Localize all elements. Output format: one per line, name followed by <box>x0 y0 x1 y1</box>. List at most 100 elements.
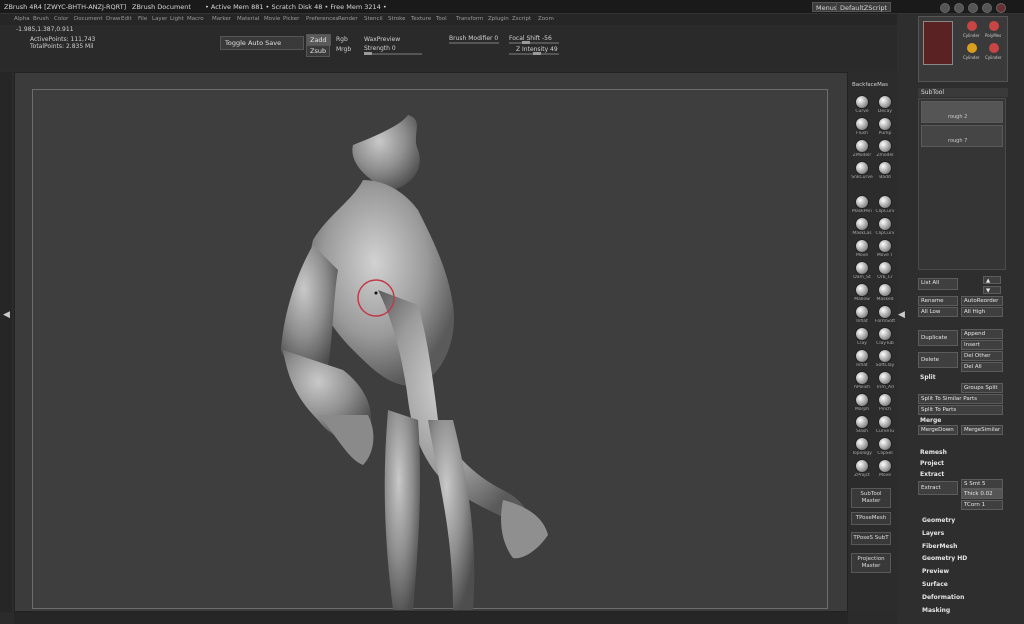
focal-shift-slider[interactable]: Focal Shift -56 <box>509 35 552 42</box>
brush-pump[interactable]: Pump <box>874 117 896 136</box>
section-layers[interactable]: Layers <box>922 530 944 537</box>
del-all-button[interactable]: Del All <box>961 362 1003 372</box>
menu-item-marker[interactable]: Marker <box>212 16 231 22</box>
menu-item-light[interactable]: Light <box>170 16 184 22</box>
subtool-list[interactable]: rough 2 rough 7 <box>918 98 1006 270</box>
merge-down-button[interactable]: MergeDown <box>918 425 958 435</box>
brush-snkcurve[interactable]: SnkCurve <box>851 161 873 180</box>
menu-item-transform[interactable]: Transform <box>456 16 483 22</box>
focal-shift-knob[interactable] <box>522 41 530 44</box>
default-zscript-button[interactable]: DefaultZScript <box>836 2 892 12</box>
del-other-button[interactable]: Del Other <box>961 351 1003 361</box>
brush-decay[interactable]: Decay <box>874 95 896 114</box>
tcorn-slider[interactable]: TCorn 1 <box>961 500 1003 510</box>
menu-item-macro[interactable]: Macro <box>187 16 204 22</box>
cylinder2-tool-icon[interactable] <box>989 43 999 53</box>
section-preview[interactable]: Preview <box>922 568 949 575</box>
merge-similar-button[interactable]: MergeSimilar <box>961 425 1003 435</box>
cylinder-tool-icon[interactable] <box>967 21 977 31</box>
section-deformation[interactable]: Deformation <box>922 594 964 601</box>
all-low-button[interactable]: All Low <box>918 307 958 317</box>
extract-button[interactable]: Extract <box>918 481 958 495</box>
brush-masked[interactable]: Masked <box>874 283 896 302</box>
brush-masklas[interactable]: MaskLas <box>851 217 873 236</box>
brush-move[interactable]: Move <box>851 239 873 258</box>
subtool-item[interactable]: rough 7 <box>921 125 1003 147</box>
section-fibermesh[interactable]: FiberMesh <box>922 543 957 550</box>
menu-item-zplugin[interactable]: Zplugin <box>488 16 509 22</box>
brush-formsoft[interactable]: FormSoft <box>874 305 896 324</box>
sculpt-model[interactable] <box>33 90 829 610</box>
rename-button[interactable]: Rename <box>918 296 958 306</box>
brush-claytub[interactable]: ClayTub <box>874 327 896 346</box>
brush-topology[interactable]: Topology <box>851 437 873 456</box>
brush-flush[interactable]: Flush <box>851 117 873 136</box>
brush-modifier-track[interactable] <box>449 42 499 44</box>
strength-knob[interactable] <box>364 52 372 55</box>
append-button[interactable]: Append <box>961 329 1003 339</box>
menu-item-zoom[interactable]: Zoom <box>538 16 554 22</box>
strength-track[interactable] <box>364 53 422 55</box>
tpose-mesh-button[interactable]: TPoseMesh <box>851 512 891 525</box>
current-tool-thumbnail[interactable] <box>923 21 953 65</box>
brush-slash[interactable]: Slash <box>851 415 873 434</box>
backface-mask-label[interactable]: BackfaceMas <box>852 82 888 88</box>
subtool-item[interactable]: rough 2 <box>921 101 1003 123</box>
menu-item-draw[interactable]: Draw <box>106 16 120 22</box>
left-tray-arrow-icon[interactable]: ◀ <box>3 310 10 320</box>
strength-slider[interactable]: Strength 0 <box>364 45 396 52</box>
menu-item-brush[interactable]: Brush <box>33 16 49 22</box>
section-geometry[interactable]: Geometry <box>922 517 955 524</box>
brush-clipsel[interactable]: ClipSel <box>874 437 896 456</box>
polymesh-tool-icon[interactable] <box>989 21 999 31</box>
brush-badd[interactable]: Badd <box>874 161 896 180</box>
menu-item-stroke[interactable]: Stroke <box>388 16 406 22</box>
toggle-auto-save-button[interactable]: Toggle Auto Save <box>220 36 304 50</box>
brush-maskpen[interactable]: MaskPen <box>851 195 873 214</box>
menu-item-color[interactable]: Color <box>54 16 68 22</box>
brush-orb-cr[interactable]: Orb_Cr <box>874 261 896 280</box>
section-geometry-hd[interactable]: Geometry HD <box>922 555 967 562</box>
split-to-similar-parts-button[interactable]: Split To Similar Parts <box>918 394 1003 404</box>
brush-inflat[interactable]: Inflat <box>851 349 873 368</box>
menu-item-document[interactable]: Document <box>74 16 103 22</box>
subtool-up-arrow-icon[interactable]: ▲ <box>983 276 1001 284</box>
subtool-header[interactable]: SubTool <box>918 88 1008 97</box>
brush-clay[interactable]: Clay <box>851 327 873 346</box>
remesh-section-label[interactable]: Remesh <box>920 449 947 456</box>
tool-thumbnails[interactable]: Cylinder PolyMes Cylinder Cylinder <box>918 16 1008 82</box>
s-smt-slider[interactable]: S Smt 5 <box>961 479 1003 489</box>
groups-split-button[interactable]: Groups Split <box>961 383 1003 393</box>
menu-item-material[interactable]: Material <box>237 16 259 22</box>
layout-icon[interactable] <box>954 3 964 13</box>
brush-clipcurv[interactable]: ClipCurv <box>874 195 896 214</box>
brush-pinch[interactable]: Pinch <box>874 393 896 412</box>
help-icon[interactable] <box>940 3 950 13</box>
brush-trim-ad[interactable]: Trim_Ad <box>874 371 896 390</box>
menu-item-tool[interactable]: Tool <box>436 16 447 22</box>
split-to-parts-button[interactable]: Split To Parts <box>918 405 1003 415</box>
thick-slider[interactable]: Thick 0.02 <box>961 489 1003 499</box>
brush-curve[interactable]: Curve <box>851 95 873 114</box>
brush-morph[interactable]: Morph <box>851 393 873 412</box>
menu-item-file[interactable]: File <box>138 16 147 22</box>
brush-hpolish[interactable]: hPolish <box>851 371 873 390</box>
brush-mallow[interactable]: Mallow <box>851 283 873 302</box>
focal-shift-track[interactable] <box>509 42 559 44</box>
brush-curvetu[interactable]: CurveTu <box>874 415 896 434</box>
menu-item-picker[interactable]: Picker <box>283 16 299 22</box>
section-surface[interactable]: Surface <box>922 581 948 588</box>
brush-zprojct[interactable]: ZProjct <box>851 459 873 478</box>
maximize-icon[interactable] <box>982 3 992 13</box>
minimize-icon[interactable] <box>968 3 978 13</box>
projection-master-button[interactable]: Projection Master <box>851 553 891 573</box>
brush-zmodelr[interactable]: ZModelr <box>851 139 873 158</box>
brush-clipcurv[interactable]: ClipCurv <box>874 217 896 236</box>
extract-section-label[interactable]: Extract <box>920 471 944 478</box>
brush-inflat[interactable]: Inflat <box>851 305 873 324</box>
wax-preview-button[interactable]: WaxPreview <box>364 36 400 43</box>
brush-softclay[interactable]: SoftClay <box>874 349 896 368</box>
merge-section-label[interactable]: Merge <box>920 417 941 424</box>
all-high-button[interactable]: All High <box>961 307 1003 317</box>
duplicate-button[interactable]: Duplicate <box>918 330 958 346</box>
